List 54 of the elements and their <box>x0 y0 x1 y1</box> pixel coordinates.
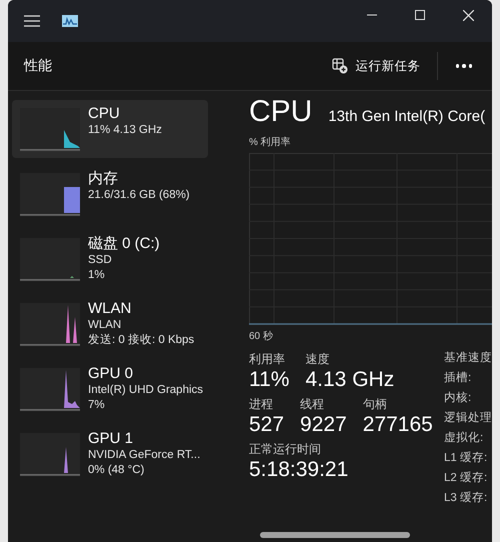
device-name: CPU <box>88 104 121 123</box>
device-detail: 21.6/31.6 GB (68%) <box>88 188 190 203</box>
sidebar-item[interactable]: WLAN WLAN 发送: 0 接收: 0 Kbps <box>12 295 208 353</box>
maximize-icon[interactable] <box>415 10 425 20</box>
device-detail: WLAN <box>88 318 122 333</box>
scrollbar-thumb[interactable] <box>260 532 410 538</box>
device-detail: 1% <box>88 268 106 283</box>
new-task-icon <box>332 58 348 74</box>
spec-label: 内核: <box>444 391 472 406</box>
sidebar-item[interactable]: 磁盘 0 (C:) SSD 1% <box>12 230 208 288</box>
stat-value: 9227 <box>300 413 347 437</box>
spec-label: L2 缓存: <box>444 471 488 486</box>
app-icon <box>62 15 78 27</box>
stat-label: 进程 <box>249 396 274 413</box>
spec-label: L3 缓存: <box>444 491 488 506</box>
stat-label: 线程 <box>300 396 326 413</box>
device-detail: 0% (48 °C) <box>88 463 146 478</box>
stat-value: 5:18:39:21 <box>249 458 348 482</box>
time-span-label: 60 秒 <box>249 330 274 343</box>
processor-name: 13th Gen Intel(R) Core( <box>328 108 486 125</box>
stat-label: 利用率 <box>249 351 286 368</box>
device-detail: NVIDIA GeForce RT... <box>88 448 200 463</box>
stat-label: 速度 <box>305 351 330 368</box>
spec-label: 插槽: <box>444 371 472 386</box>
spec-label: 基准速度 <box>444 351 492 366</box>
graph-label: % 利用率 <box>249 136 292 149</box>
stat-label: 正常运行时间 <box>249 441 322 458</box>
device-detail: SSD <box>88 253 113 268</box>
menu-icon[interactable] <box>24 15 40 27</box>
sidebar-item[interactable]: GPU 0 Intel(R) UHD Graphics 7% <box>12 360 208 418</box>
page-title: 性能 <box>24 57 53 75</box>
device-name: GPU 0 <box>88 364 134 383</box>
spec-label: L1 缓存: <box>444 451 488 466</box>
device-detail: 11% 4.13 GHz <box>88 123 162 138</box>
device-detail: Intel(R) UHD Graphics <box>88 383 204 398</box>
spec-label: 虚拟化: <box>444 431 484 446</box>
stat-value: 4.13 GHz <box>305 368 394 392</box>
device-name: GPU 1 <box>88 429 134 448</box>
sidebar-item[interactable]: GPU 1 NVIDIA GeForce RT... 0% (48 °C) <box>12 425 208 483</box>
close-icon[interactable] <box>462 10 474 20</box>
stat-value: 277165 <box>362 413 433 437</box>
run-new-task-button[interactable]: 运行新任务 <box>326 54 426 78</box>
device-detail: 7% <box>88 398 106 413</box>
sidebar-item[interactable]: CPU 11% 4.13 GHz <box>12 100 208 158</box>
spec-label: 逻辑处理 <box>444 411 492 426</box>
stat-label: 句柄 <box>362 396 388 413</box>
stat-value: 527 <box>249 413 284 437</box>
device-detail: 发送: 0 接收: 0 Kbps <box>88 333 194 348</box>
sidebar-item[interactable]: 内存 21.6/31.6 GB (68%) <box>12 165 208 223</box>
stat-value: 11% <box>249 368 290 392</box>
device-name: 内存 <box>88 169 119 188</box>
device-name: 磁盘 0 (C:) <box>88 234 160 253</box>
detail-title: CPU <box>249 95 312 129</box>
device-name: WLAN <box>88 299 132 318</box>
